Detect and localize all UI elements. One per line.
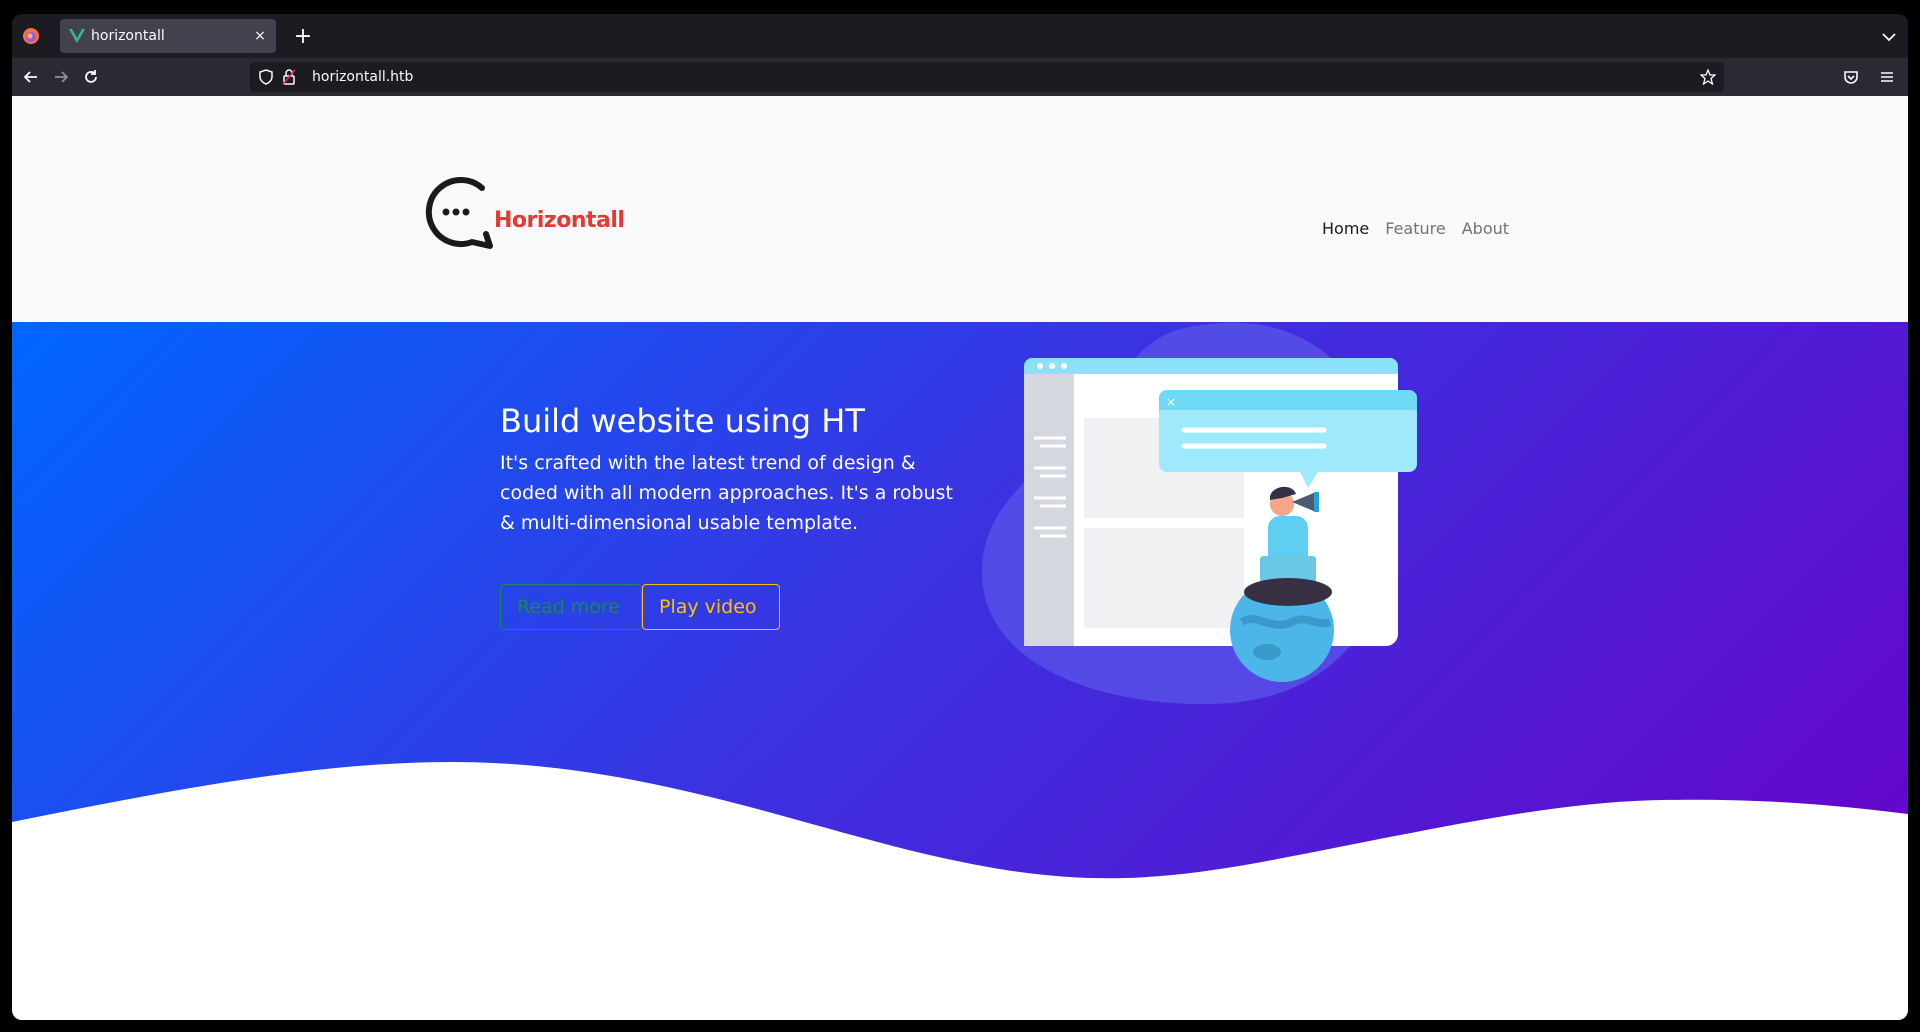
main-nav: Home Feature About [1322, 219, 1509, 238]
nav-home[interactable]: Home [1322, 219, 1369, 238]
play-video-button[interactable]: Play video [642, 584, 780, 630]
hero-description: It's crafted with the latest trend of de… [500, 452, 953, 534]
nav-about[interactable]: About [1462, 219, 1509, 238]
svg-text:×: × [1166, 395, 1176, 409]
browser-window: horizontall × + horizontall.htb Horizont… [12, 14, 1908, 1020]
pocket-icon[interactable] [1842, 68, 1860, 86]
hero-section: Build website using HT It's crafted with… [12, 322, 1908, 1020]
nav-feature[interactable]: Feature [1385, 219, 1445, 238]
chevron-down-icon[interactable] [1880, 28, 1898, 46]
insecure-lock-icon[interactable] [282, 69, 296, 85]
back-arrow-icon[interactable] [22, 68, 40, 86]
navigation-toolbar: horizontall.htb [12, 58, 1908, 96]
shield-icon[interactable] [258, 69, 274, 85]
read-more-button[interactable]: Read more [500, 584, 642, 630]
wave-divider [12, 762, 1908, 1020]
bookmark-star-icon[interactable] [1700, 69, 1716, 85]
hero-title: Build website using HT [500, 402, 865, 440]
logo-text[interactable]: Horizontall [494, 208, 625, 233]
tab-title: horizontall [91, 28, 165, 44]
forward-arrow-icon[interactable] [52, 68, 70, 86]
tab-horizontall[interactable]: horizontall × [60, 19, 276, 53]
reload-icon[interactable] [82, 68, 100, 86]
website-illustration: × [982, 322, 1417, 705]
url-text: horizontall.htb [312, 69, 414, 85]
hamburger-menu-icon[interactable] [1878, 68, 1896, 86]
site-header: Horizontall Home Feature About [12, 96, 1908, 322]
firefox-icon[interactable] [22, 27, 40, 45]
close-tab-icon[interactable]: × [248, 24, 272, 48]
page-viewport: Horizontall Home Feature About Build web… [12, 96, 1908, 1020]
new-tab-button[interactable]: + [292, 26, 314, 48]
tab-strip: horizontall × + [12, 14, 1908, 58]
vue-favicon-icon [69, 29, 85, 43]
address-bar[interactable]: horizontall.htb [250, 62, 1724, 92]
